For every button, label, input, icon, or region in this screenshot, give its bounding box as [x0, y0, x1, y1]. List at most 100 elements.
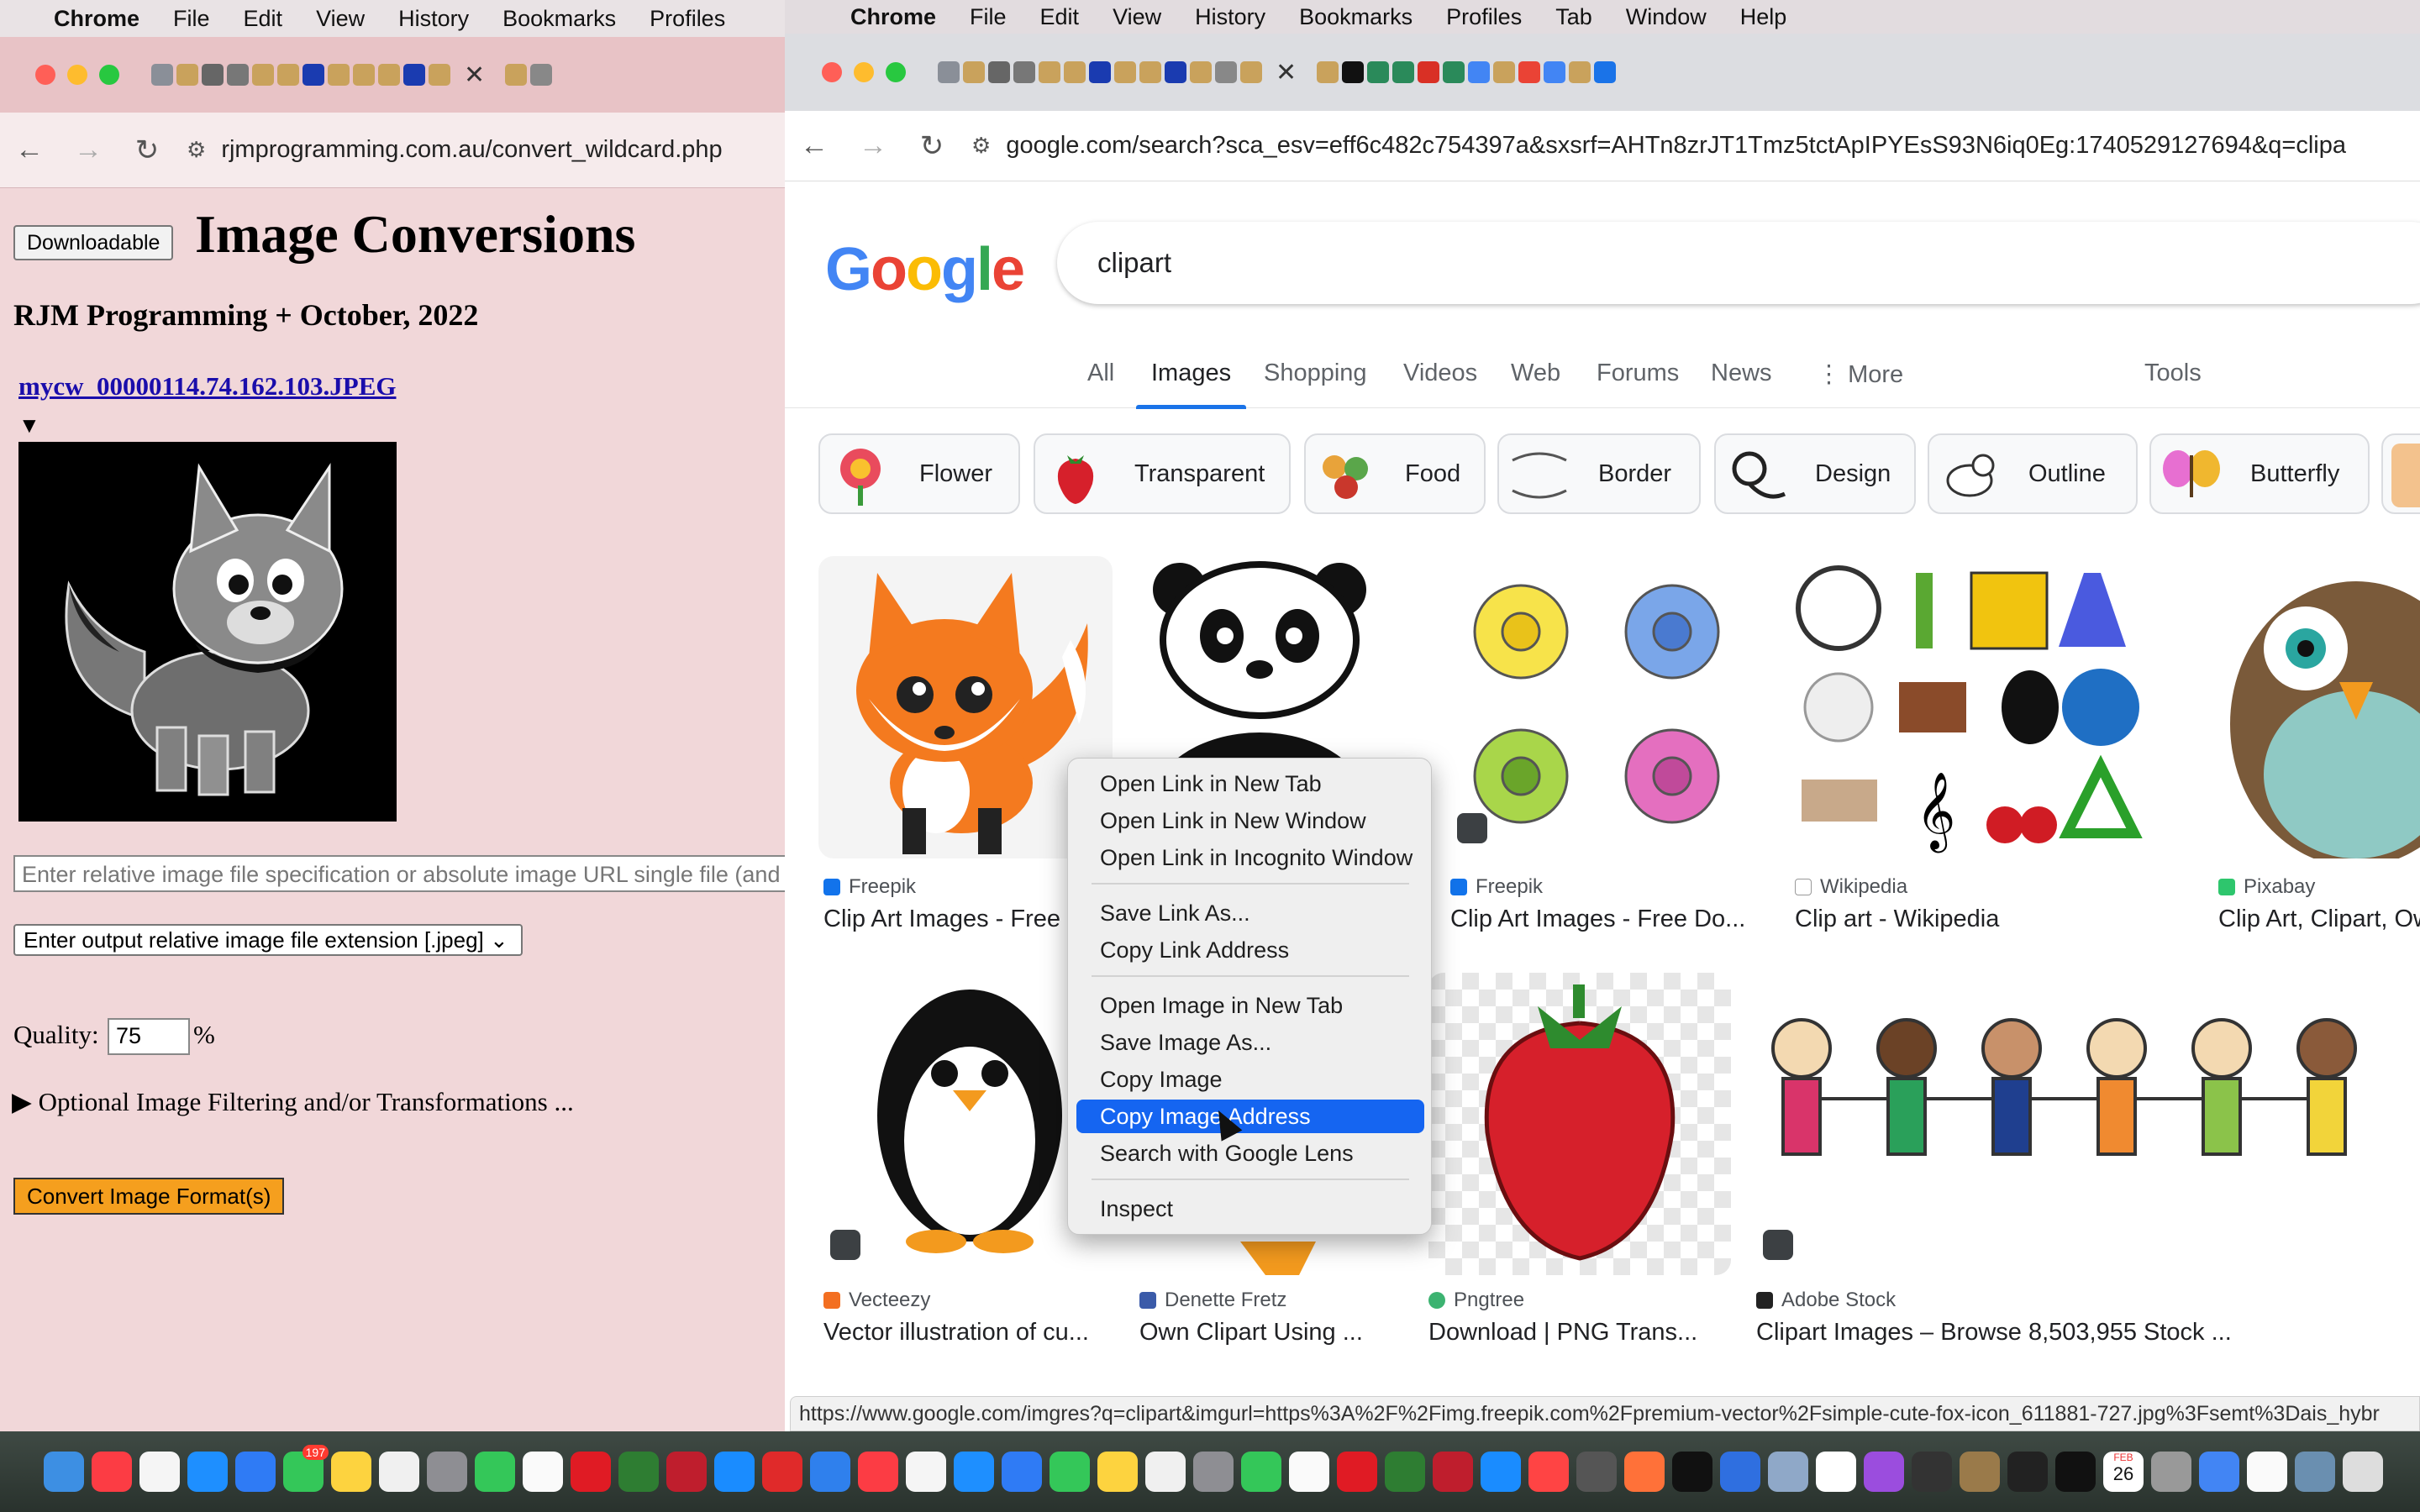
forward-icon[interactable]: → — [844, 129, 902, 162]
tab-images[interactable]: Images — [1135, 360, 1247, 409]
menu-file[interactable]: File — [156, 6, 227, 32]
chip-more[interactable] — [2381, 433, 2420, 514]
menu-view[interactable]: View — [299, 6, 381, 32]
tab-favicon-icon[interactable] — [1165, 61, 1186, 83]
tab-favicon-icon[interactable] — [1342, 61, 1365, 83]
menu-search-google-lens[interactable]: Search with Google Lens — [1076, 1137, 1424, 1170]
result-title[interactable]: Clip Art, Clipart, Ow — [2218, 906, 2420, 933]
opera-icon[interactable] — [1337, 1452, 1377, 1492]
close-window-icon[interactable] — [35, 65, 55, 85]
minimize-window-icon[interactable] — [854, 62, 874, 82]
safari-icon[interactable] — [187, 1452, 228, 1492]
tab-favicon-icon[interactable] — [1418, 61, 1440, 83]
tab-shopping[interactable]: Shopping — [1264, 360, 1367, 387]
bbedit-icon[interactable] — [1816, 1452, 1856, 1492]
launchpad-icon[interactable] — [427, 1452, 467, 1492]
tab-favicon-icon[interactable] — [988, 61, 1010, 83]
disable-icon[interactable] — [1720, 1452, 1760, 1492]
zoom-window-icon[interactable] — [886, 62, 906, 82]
tab-news[interactable]: News — [1711, 360, 1772, 387]
freeform-icon[interactable] — [1145, 1452, 1186, 1492]
result-card[interactable]: Freepik Clip Art Images - Free Do... — [1445, 556, 1744, 942]
maps-icon[interactable] — [1385, 1452, 1425, 1492]
calendar-icon[interactable]: FEB 26 — [2103, 1452, 2144, 1492]
close-window-icon[interactable] — [822, 62, 842, 82]
result-card[interactable]: Adobe Stock Clipart Images – Browse 8,50… — [1751, 973, 2420, 1359]
search-input[interactable]: clipart — [1097, 247, 1171, 279]
site-settings-icon[interactable]: ⚙ — [187, 137, 206, 163]
tab-favicon-icon[interactable] — [1569, 61, 1591, 83]
children-holding-hands-image[interactable] — [1751, 973, 2420, 1275]
tab-favicon-icon[interactable] — [1139, 61, 1161, 83]
result-title[interactable]: Clip art - Wikipedia — [1795, 906, 2148, 933]
result-title[interactable]: Vector illustration of cu... — [823, 1319, 1121, 1347]
zoom-window-icon[interactable] — [99, 65, 119, 85]
result-card[interactable]: Pixabay Clip Art, Clipart, Ow — [2213, 556, 2420, 942]
music-icon[interactable] — [858, 1452, 898, 1492]
chip-outline[interactable]: Outline — [1928, 433, 2138, 514]
tab-favicon-icon[interactable] — [277, 64, 299, 86]
menu-chrome[interactable]: Chrome — [37, 6, 156, 32]
tab-close-icon[interactable]: ✕ — [1262, 58, 1310, 87]
owl-image[interactable] — [2213, 556, 2420, 858]
back-icon[interactable]: ← — [785, 129, 844, 162]
facetime-icon[interactable] — [1241, 1452, 1281, 1492]
podcasts-icon[interactable] — [1864, 1452, 1904, 1492]
music-icon[interactable] — [92, 1452, 132, 1492]
tab-more[interactable]: ⋮ More — [1817, 360, 1903, 389]
result-source[interactable]: Freepik — [823, 875, 916, 899]
chip-butterfly[interactable]: Butterfly — [2149, 433, 2370, 514]
result-source[interactable]: Pngtree — [1428, 1289, 1524, 1312]
tab-all[interactable]: All — [1087, 360, 1114, 387]
quality-input[interactable]: 75 — [108, 1018, 190, 1055]
result-source[interactable]: Pixabay — [2218, 875, 2315, 899]
image-file-input[interactable]: Enter relative image file specification … — [13, 855, 785, 892]
tab-favicon-icon[interactable] — [1493, 61, 1516, 83]
tab-favicon-icon[interactable] — [252, 64, 274, 86]
tab-favicon-icon[interactable] — [353, 64, 375, 86]
filezilla-icon[interactable] — [666, 1452, 707, 1492]
reload-icon[interactable]: ↻ — [902, 129, 961, 163]
maps-icon[interactable] — [618, 1452, 659, 1492]
tab-favicon-icon[interactable] — [328, 64, 350, 86]
tab-favicon-icon[interactable] — [429, 64, 450, 86]
tab-favicon-icon[interactable] — [1013, 61, 1035, 83]
finder-icon[interactable] — [44, 1452, 84, 1492]
opera-icon[interactable] — [762, 1452, 802, 1492]
menu-profiles[interactable]: Profiles — [1429, 4, 1539, 30]
menu-history[interactable]: History — [381, 6, 486, 32]
tab-favicon-icon[interactable] — [1039, 61, 1060, 83]
menu-view[interactable]: View — [1096, 4, 1178, 30]
opera-icon[interactable] — [571, 1452, 611, 1492]
strawberry-image[interactable] — [1428, 973, 1731, 1275]
menu-open-link-incognito[interactable]: Open Link in Incognito Window — [1076, 841, 1424, 874]
tab-favicon-icon[interactable] — [227, 64, 249, 86]
gimp-icon[interactable] — [1576, 1452, 1617, 1492]
screen-share-icon[interactable] — [2295, 1452, 2335, 1492]
tab-close-icon[interactable]: ✕ — [450, 60, 498, 90]
menu-tab[interactable]: Tab — [1539, 4, 1609, 30]
menu-history[interactable]: History — [1178, 4, 1282, 30]
trash-icon[interactable] — [2343, 1452, 2383, 1492]
tab-favicon-icon[interactable] — [1114, 61, 1136, 83]
tab-favicon-icon[interactable] — [1240, 61, 1262, 83]
finder-icon[interactable] — [810, 1452, 850, 1492]
menu-inspect[interactable]: Inspect — [1076, 1192, 1424, 1226]
apple-tv-icon[interactable] — [1672, 1452, 1712, 1492]
result-source[interactable]: Denette Fretz — [1139, 1289, 1286, 1312]
freeform-icon[interactable] — [379, 1452, 419, 1492]
console-icon[interactable] — [2055, 1452, 2096, 1492]
menu-save-link-as[interactable]: Save Link As... — [1076, 896, 1424, 930]
optional-filters-toggle[interactable]: ▶ Optional Image Filtering and/or Transf… — [12, 1087, 574, 1117]
menu-file[interactable]: File — [953, 4, 1023, 30]
messages-icon[interactable]: 197 — [283, 1445, 329, 1492]
result-card[interactable]: 𝄞 Wikipedia Clip art - Wikipedia — [1790, 556, 2143, 942]
tab-favicon-icon[interactable] — [1317, 61, 1339, 83]
chip-border[interactable]: Border — [1497, 433, 1701, 514]
tab-favicon-icon[interactable] — [1443, 61, 1465, 83]
mail-icon[interactable] — [235, 1452, 276, 1492]
preview-icon[interactable] — [1768, 1452, 1808, 1492]
chrome-icon[interactable] — [2199, 1452, 2239, 1492]
tab-favicon-icon[interactable] — [1468, 61, 1491, 83]
result-card[interactable]: Pngtree Download | PNG Trans... — [1428, 973, 1731, 1359]
